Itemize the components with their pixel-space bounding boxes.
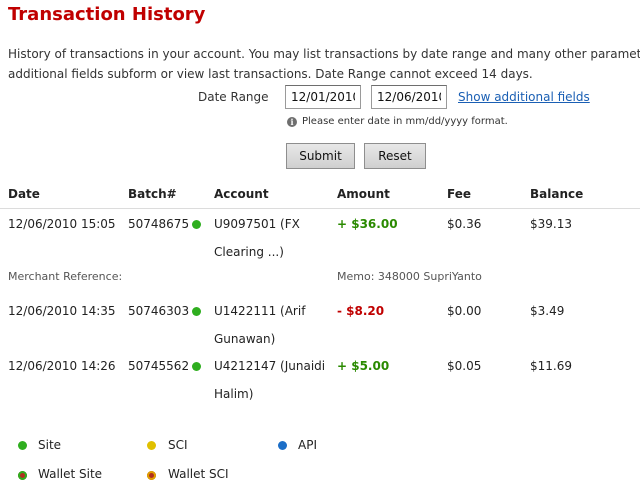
- page-description: History of transactions in your account.…: [8, 44, 640, 84]
- account-line-1: U9097501 (FX: [214, 217, 300, 231]
- row-balance: $39.13: [530, 217, 572, 231]
- memo-text: Memo: 348000 SupriYanto: [337, 270, 482, 283]
- account-line-1: U4212147 (Junaidi: [214, 359, 326, 373]
- legend-wallet-sci: Wallet SCI: [168, 467, 229, 481]
- header-divider: [0, 208, 640, 209]
- info-icon: i: [287, 116, 297, 127]
- merchant-reference-label: Merchant Reference:: [8, 270, 123, 283]
- site-status-dot-icon: [192, 307, 202, 316]
- legend-sci: SCI: [168, 438, 188, 452]
- row-batch: 50746303: [128, 304, 202, 318]
- row-date: 12/06/2010 15:05: [8, 217, 116, 231]
- column-header-balance: Balance: [530, 187, 584, 201]
- row-balance: $11.69: [530, 359, 572, 373]
- wallet-site-dot-icon: [18, 471, 27, 480]
- row-amount: + $5.00: [337, 359, 390, 373]
- date-format-hint-text: Please enter date in mm/dd/yyyy format.: [302, 116, 508, 127]
- column-header-amount: Amount: [337, 187, 390, 201]
- legend-site: Site: [38, 438, 62, 452]
- row-batch: 50748675: [128, 217, 202, 231]
- batch-number: 50746303: [128, 304, 190, 318]
- site-status-dot-icon: [192, 220, 202, 229]
- row-balance: $3.49: [530, 304, 565, 318]
- account-line-2: Halim): [214, 387, 254, 401]
- row-date: 12/06/2010 14:26: [8, 359, 116, 373]
- legend-wallet-site: Wallet Site: [38, 467, 103, 481]
- start-date-input[interactable]: [285, 85, 361, 109]
- api-dot-icon: [278, 441, 287, 450]
- end-date-input[interactable]: [371, 85, 447, 109]
- row-amount: + $36.00: [337, 217, 398, 231]
- column-header-date: Date: [8, 187, 40, 201]
- batch-number: 50748675: [128, 217, 190, 231]
- description-line-2: additional fields subform or view last t…: [8, 67, 533, 81]
- column-header-fee: Fee: [447, 187, 471, 201]
- row-account[interactable]: U4212147 (Junaidi Halim): [214, 352, 325, 408]
- row-amount: - $8.20: [337, 304, 385, 318]
- description-line-1: History of transactions in your account.…: [8, 47, 640, 61]
- account-line-2: Gunawan): [214, 332, 276, 346]
- batch-number: 50745562: [128, 359, 190, 373]
- account-line-2: Clearing ...): [214, 245, 284, 259]
- row-fee: $0.36: [447, 217, 482, 231]
- row-account[interactable]: U1422111 (Arif Gunawan): [214, 297, 305, 353]
- wallet-sci-dot-icon: [147, 471, 156, 480]
- row-date: 12/06/2010 14:35: [8, 304, 116, 318]
- column-header-batch: Batch#: [128, 187, 177, 201]
- site-status-dot-icon: [192, 362, 202, 371]
- row-fee: $0.05: [447, 359, 482, 373]
- row-account[interactable]: U9097501 (FX Clearing ...): [214, 210, 300, 266]
- column-header-account: Account: [214, 187, 269, 201]
- row-fee: $0.00: [447, 304, 482, 318]
- submit-button[interactable]: Submit: [286, 143, 355, 169]
- legend-api: API: [298, 438, 317, 452]
- row-batch: 50745562: [128, 359, 202, 373]
- date-range-label: Date Range: [198, 90, 269, 104]
- reset-button[interactable]: Reset: [364, 143, 426, 169]
- date-format-hint: i Please enter date in mm/dd/yyyy format…: [287, 116, 508, 127]
- page-title: Transaction History: [8, 4, 206, 25]
- site-dot-icon: [18, 441, 27, 450]
- account-line-1: U1422111 (Arif: [214, 304, 306, 318]
- show-additional-fields-link[interactable]: Show additional fields: [458, 90, 590, 104]
- sci-dot-icon: [147, 441, 156, 450]
